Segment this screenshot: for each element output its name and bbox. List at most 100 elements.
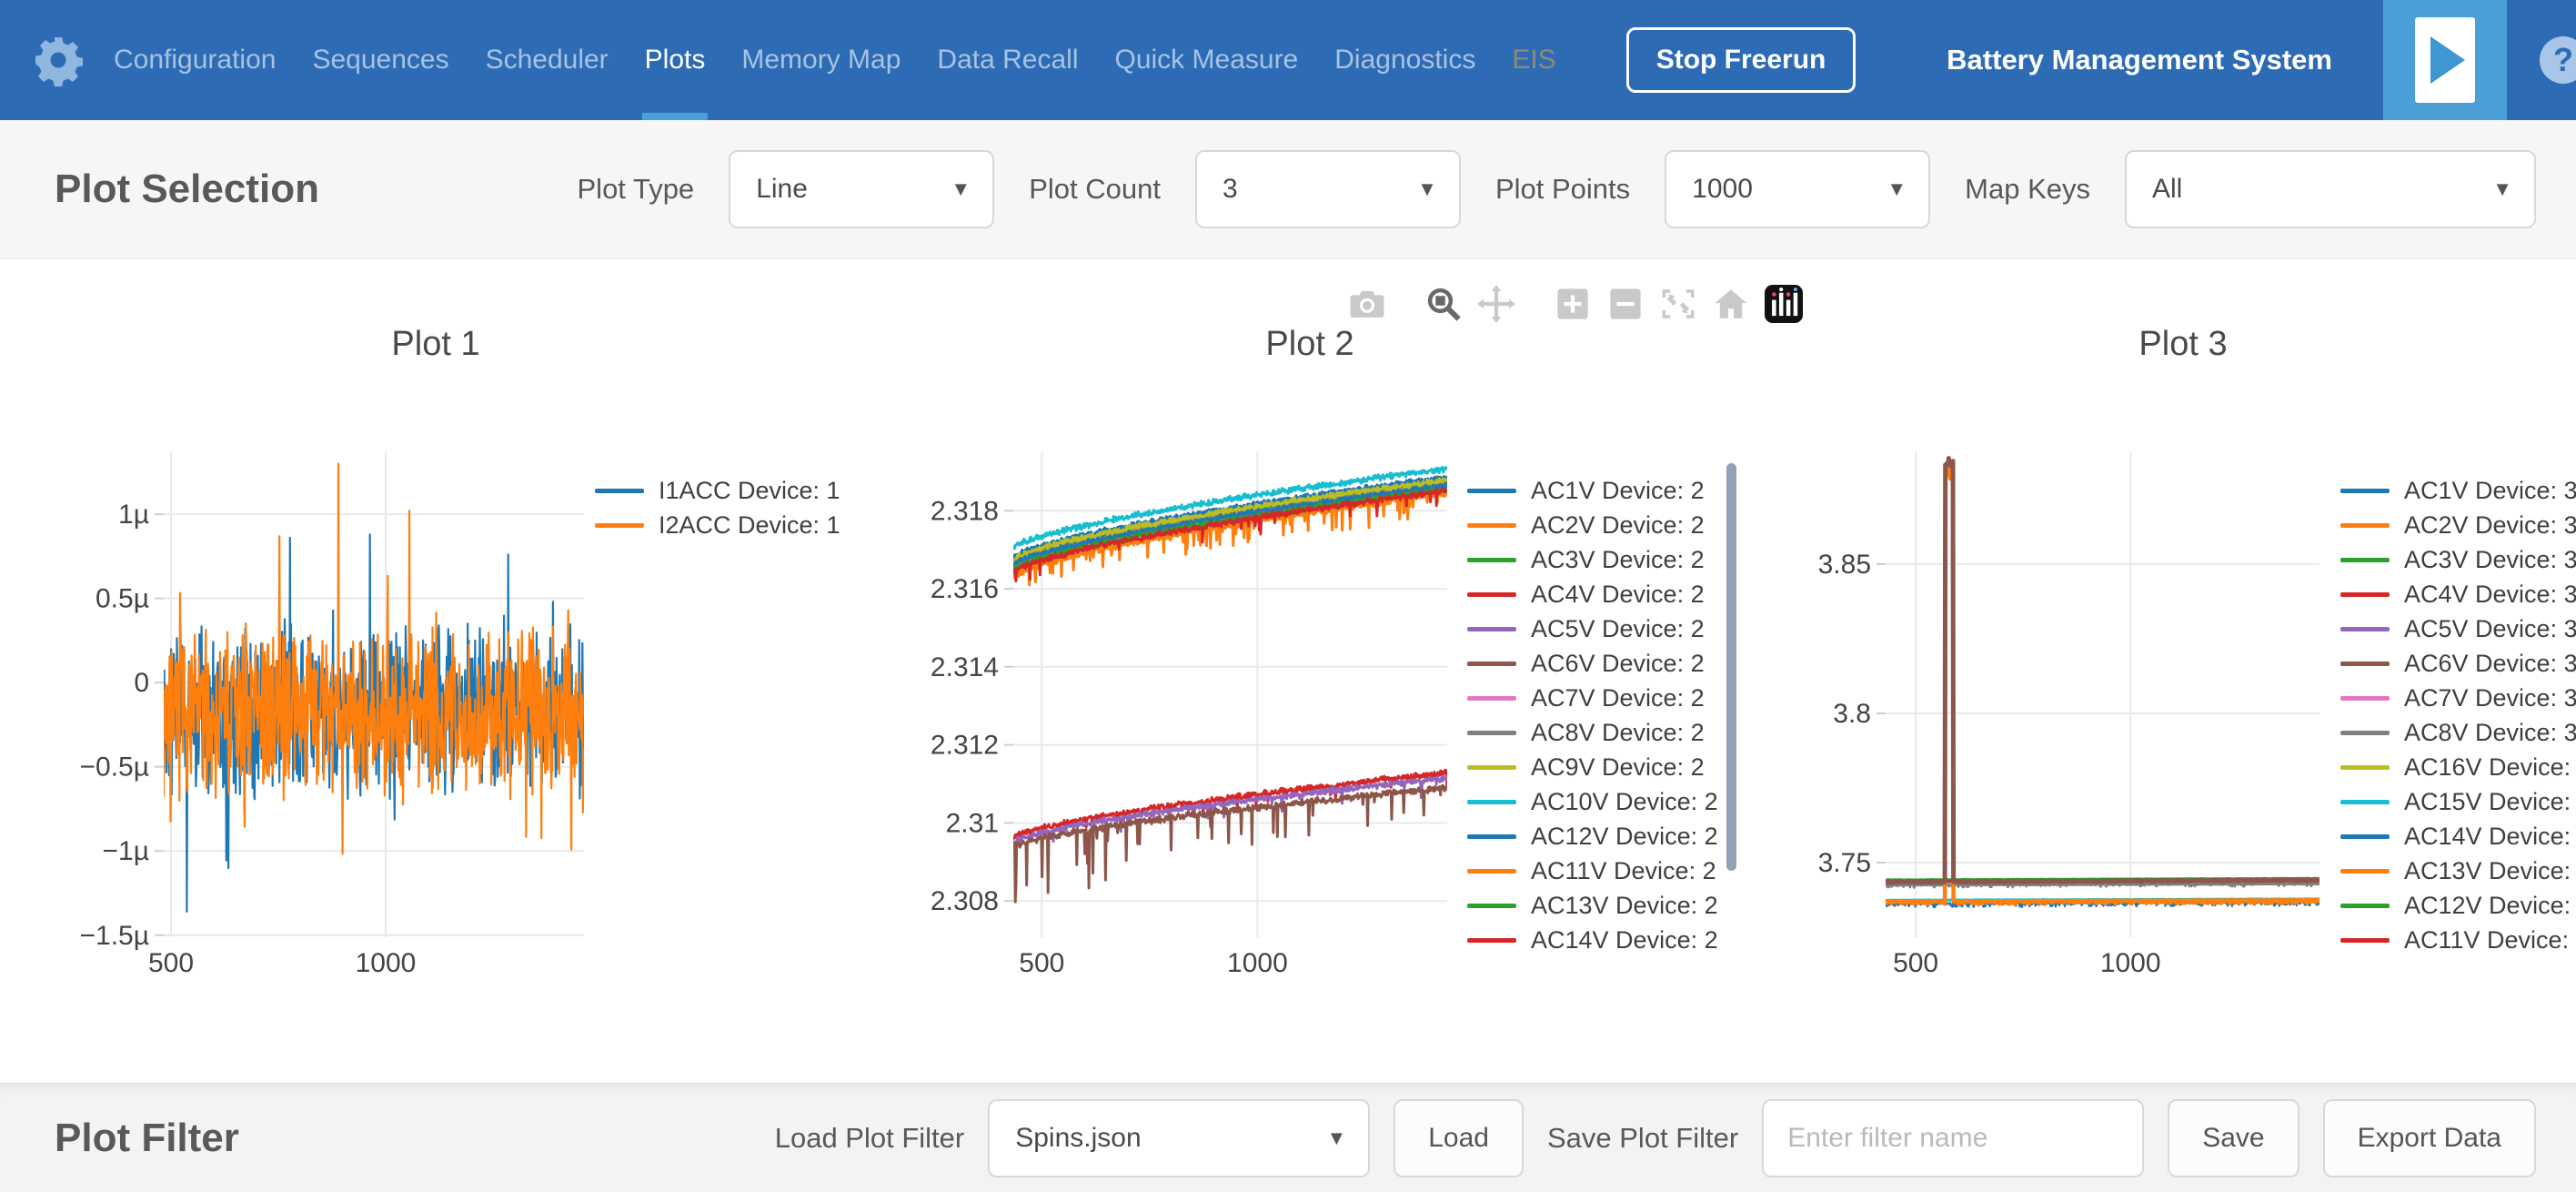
legend-item[interactable]: AC11V Device: 2 bbox=[1467, 855, 1722, 886]
nav-item-diagnostics[interactable]: Diagnostics bbox=[1332, 0, 1478, 120]
modebar-plotly-logo-icon[interactable] bbox=[1765, 285, 1803, 323]
legend-label: AC8V Device: 3 bbox=[2404, 719, 2576, 747]
legend-item[interactable]: AC9V Device: 2 bbox=[1467, 752, 1722, 783]
settings-gear-icon[interactable] bbox=[31, 33, 86, 87]
legend-item[interactable]: AC4V Device: 3 bbox=[2340, 579, 2576, 610]
legend-item[interactable]: AC12V Device: bbox=[2340, 890, 2576, 921]
chevron-down-icon: ▼ bbox=[951, 177, 971, 201]
plot-chart-3[interactable]: 50010003.853.83.75 bbox=[1749, 445, 2329, 994]
nav-item-eis[interactable]: EIS bbox=[1509, 0, 1558, 120]
legend-item[interactable]: I2ACC Device: 1 bbox=[595, 510, 840, 540]
svg-text:2.318: 2.318 bbox=[931, 496, 999, 526]
plot-chart-2[interactable]: 50010002.3182.3162.3142.3122.312.308 bbox=[877, 445, 1456, 994]
legend-label: AC8V Device: 2 bbox=[1531, 719, 1705, 747]
legend-item[interactable]: AC6V Device: 2 bbox=[1467, 648, 1722, 679]
plot-type-label: Plot Type bbox=[578, 173, 695, 206]
modebar-zoom-out-icon[interactable] bbox=[1606, 285, 1645, 323]
map-keys-select[interactable]: All▼ bbox=[2125, 150, 2536, 228]
legend-item[interactable]: AC14V Device: bbox=[2340, 821, 2576, 852]
modebar-reset-home-icon[interactable] bbox=[1712, 285, 1750, 323]
legend-label: AC6V Device: 3 bbox=[2404, 650, 2576, 678]
legend-scrollbar[interactable] bbox=[1726, 463, 1736, 871]
legend-line-swatch bbox=[2340, 800, 2390, 804]
legend-item[interactable]: AC6V Device: 3 bbox=[2340, 648, 2576, 679]
legend-item[interactable]: AC2V Device: 2 bbox=[1467, 510, 1722, 540]
legend-label: I2ACC Device: 1 bbox=[659, 511, 840, 540]
load-filter-select[interactable]: Spins.json ▼ bbox=[988, 1099, 1370, 1177]
legend-item[interactable]: AC2V Device: 3 bbox=[2340, 510, 2576, 540]
export-data-button[interactable]: Export Data bbox=[2323, 1099, 2536, 1177]
legend-line-swatch bbox=[595, 489, 644, 493]
svg-text:3.75: 3.75 bbox=[1818, 848, 1871, 878]
legend-line-swatch bbox=[1467, 592, 1516, 597]
nav-item-scheduler[interactable]: Scheduler bbox=[483, 0, 611, 120]
legend-label: AC7V Device: 2 bbox=[1531, 684, 1705, 712]
legend-label: AC13V Device: bbox=[2404, 857, 2571, 885]
save-button[interactable]: Save bbox=[2168, 1099, 2299, 1177]
legend-item[interactable]: AC7V Device: 2 bbox=[1467, 682, 1722, 713]
plot-selection-bar: Plot Selection Plot Type Line▼ Plot Count 3… bbox=[0, 120, 2576, 259]
legend-item[interactable]: AC3V Device: 3 bbox=[2340, 544, 2576, 575]
filter-name-input[interactable] bbox=[1762, 1099, 2144, 1177]
legend-item[interactable]: AC11V Device: bbox=[2340, 924, 2576, 955]
svg-text:3.8: 3.8 bbox=[1833, 699, 1871, 729]
nav-item-memory-map[interactable]: Memory Map bbox=[739, 0, 903, 120]
app-title: Battery Management System bbox=[1947, 44, 2332, 76]
plot-selection-heading: Plot Selection bbox=[55, 167, 319, 212]
nav-item-data-recall[interactable]: Data Recall bbox=[934, 0, 1081, 120]
svg-text:3.85: 3.85 bbox=[1818, 550, 1871, 580]
load-filter-value: Spins.json bbox=[1015, 1123, 1141, 1154]
nav-item-quick-measure[interactable]: Quick Measure bbox=[1112, 0, 1302, 120]
legend-label: AC10V Device: 2 bbox=[1531, 788, 1718, 816]
modebar-pan-icon[interactable] bbox=[1477, 285, 1515, 323]
legend-item[interactable]: I1ACC Device: 1 bbox=[595, 475, 840, 506]
plots-area: Plot 150010001µ0.5µ0−0.5µ−1µ−1.5µI1ACC D… bbox=[0, 259, 2576, 1083]
map-keys-value: All bbox=[2152, 174, 2182, 205]
legend-item[interactable]: AC5V Device: 2 bbox=[1467, 613, 1722, 644]
legend-item[interactable]: AC14V Device: 2 bbox=[1467, 924, 1722, 955]
legend-item[interactable]: AC8V Device: 2 bbox=[1467, 717, 1722, 748]
play-button[interactable] bbox=[2383, 0, 2507, 120]
legend-item[interactable]: AC7V Device: 3 bbox=[2340, 682, 2576, 713]
legend-item[interactable]: AC5V Device: 3 bbox=[2340, 613, 2576, 644]
legend-item[interactable]: AC10V Device: 2 bbox=[1467, 786, 1722, 817]
legend-item[interactable]: AC16V Device: bbox=[2340, 752, 2576, 783]
help-icon[interactable]: ? bbox=[2540, 36, 2576, 84]
plot-type-select[interactable]: Line▼ bbox=[729, 150, 994, 228]
nav-item-sequences[interactable]: Sequences bbox=[309, 0, 451, 120]
legend-item[interactable]: AC1V Device: 2 bbox=[1467, 475, 1722, 506]
plot-points-select[interactable]: 1000▼ bbox=[1665, 150, 1930, 228]
svg-text:2.314: 2.314 bbox=[931, 652, 999, 682]
plot-chart-1[interactable]: 50010001µ0.5µ0−0.5µ−1µ−1.5µ bbox=[27, 445, 593, 994]
plot-count-label: Plot Count bbox=[1029, 173, 1161, 206]
legend-label: AC4V Device: 3 bbox=[2404, 581, 2576, 609]
nav-item-configuration[interactable]: Configuration bbox=[111, 0, 278, 120]
legend-label: AC14V Device: bbox=[2404, 823, 2571, 851]
legend-line-swatch bbox=[1467, 904, 1516, 908]
plot-selection-controls: Plot Type Line▼ Plot Count 3▼ Plot Points 100… bbox=[578, 150, 2537, 228]
legend-item[interactable]: AC1V Device: 3 bbox=[2340, 475, 2576, 506]
legend-item[interactable]: AC12V Device: 2 bbox=[1467, 821, 1722, 852]
legend-label: AC3V Device: 2 bbox=[1531, 546, 1705, 574]
legend-item[interactable]: AC13V Device: 2 bbox=[1467, 890, 1722, 921]
plot-points-label: Plot Points bbox=[1495, 173, 1630, 206]
legend-label: AC14V Device: 2 bbox=[1531, 926, 1718, 955]
modebar-camera-icon[interactable] bbox=[1348, 285, 1386, 323]
modebar-zoom-in-icon[interactable] bbox=[1554, 285, 1592, 323]
nav-item-plots[interactable]: Plots bbox=[642, 0, 709, 120]
legend-line-swatch bbox=[2340, 731, 2390, 735]
legend-item[interactable]: AC15V Device: bbox=[2340, 786, 2576, 817]
stop-freerun-button[interactable]: Stop Freerun bbox=[1626, 27, 1857, 93]
legend-item[interactable]: AC13V Device: bbox=[2340, 855, 2576, 886]
legend-item[interactable]: AC8V Device: 3 bbox=[2340, 717, 2576, 748]
legend-line-swatch bbox=[1467, 834, 1516, 839]
modebar-autoscale-icon[interactable] bbox=[1659, 285, 1697, 323]
plot-count-select[interactable]: 3▼ bbox=[1195, 150, 1461, 228]
load-button[interactable]: Load bbox=[1394, 1099, 1524, 1177]
svg-text:0.5µ: 0.5µ bbox=[96, 584, 149, 614]
legend-label: AC5V Device: 3 bbox=[2404, 615, 2576, 643]
plot-filter-bar: Plot Filter Load Plot Filter Spins.json … bbox=[0, 1083, 2576, 1192]
modebar-zoom-icon[interactable] bbox=[1424, 285, 1463, 323]
legend-item[interactable]: AC3V Device: 2 bbox=[1467, 544, 1722, 575]
legend-item[interactable]: AC4V Device: 2 bbox=[1467, 579, 1722, 610]
